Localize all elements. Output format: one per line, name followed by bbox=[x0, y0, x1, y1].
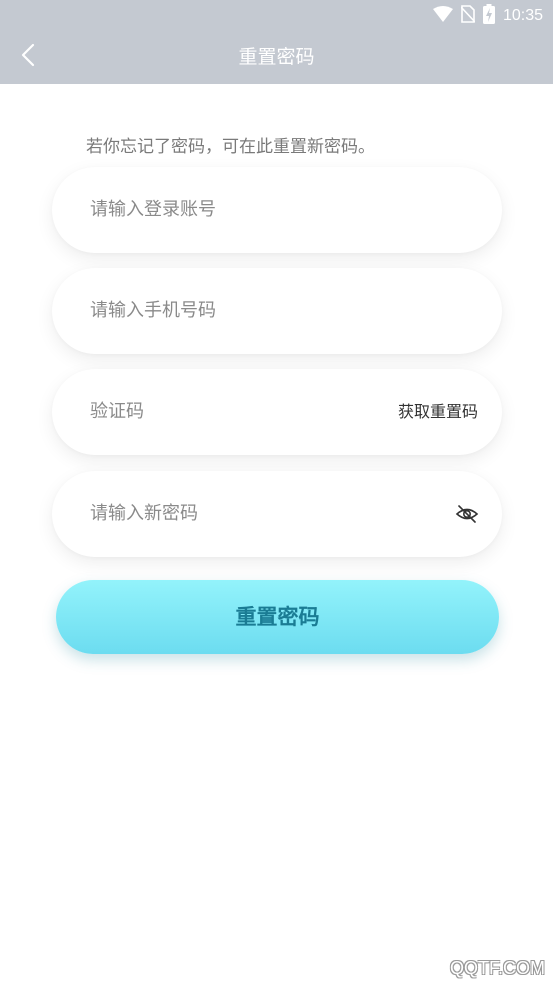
reset-password-button[interactable]: 重置密码 bbox=[56, 580, 499, 654]
verification-code-input[interactable]: 验证码 获取重置码 bbox=[52, 369, 502, 455]
no-sim-icon bbox=[460, 5, 476, 27]
get-reset-code-button[interactable]: 获取重置码 bbox=[398, 369, 478, 455]
code-placeholder: 验证码 bbox=[90, 401, 144, 422]
reset-hint-text: 若你忘记了密码，可在此重置新密码。 bbox=[86, 137, 375, 157]
eye-off-icon[interactable] bbox=[454, 502, 480, 526]
status-icons: 10:35 bbox=[432, 4, 543, 28]
account-placeholder: 请输入登录账号 bbox=[90, 199, 216, 220]
page-title: 重置密码 bbox=[238, 46, 315, 68]
new-password-input[interactable]: 请输入新密码 bbox=[52, 471, 502, 557]
phone-input[interactable]: 请输入手机号码 bbox=[52, 268, 502, 354]
wifi-icon bbox=[432, 6, 453, 26]
account-input[interactable]: 请输入登录账号 bbox=[52, 167, 502, 253]
password-placeholder: 请输入新密码 bbox=[90, 503, 198, 524]
watermark: QQTF.COM bbox=[450, 958, 545, 978]
phone-placeholder: 请输入手机号码 bbox=[90, 300, 216, 321]
battery-charging-icon bbox=[482, 4, 495, 28]
app-header: 10:35 重置密码 bbox=[0, 0, 553, 84]
status-bar: 10:35 bbox=[0, 0, 553, 32]
status-time: 10:35 bbox=[502, 7, 543, 24]
